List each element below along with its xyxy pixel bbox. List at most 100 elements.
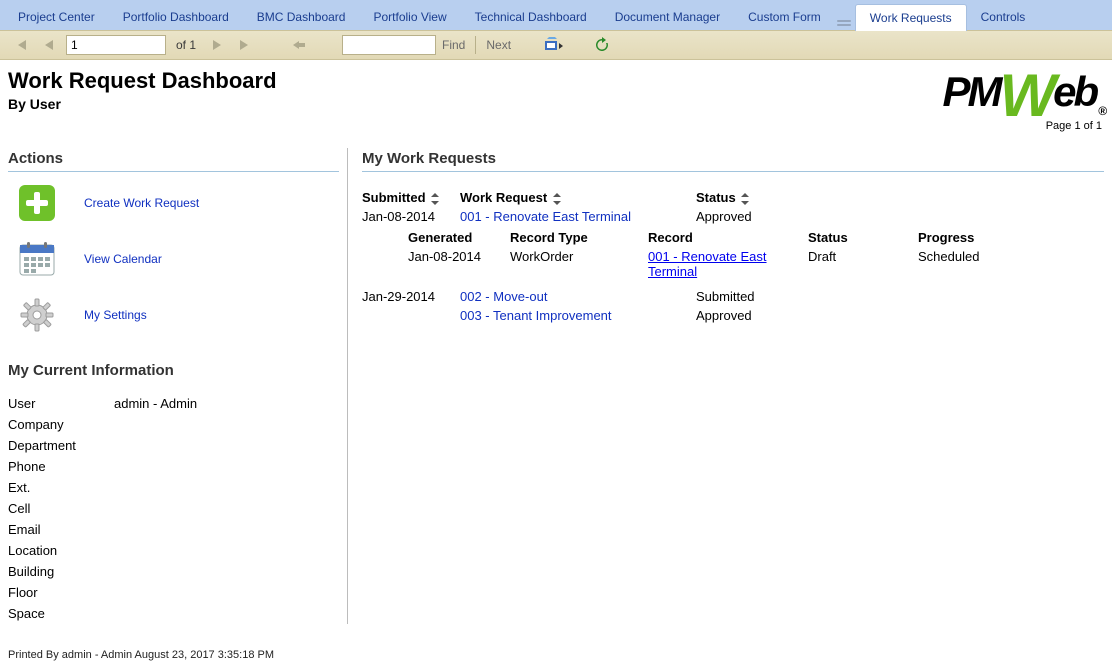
- cell-status: Approved: [696, 209, 936, 224]
- tab-work-requests[interactable]: Work Requests: [855, 4, 967, 31]
- col-status: Status: [808, 230, 918, 245]
- info-row: Floor: [8, 582, 339, 603]
- table-row: Jan-08-2014001 - Renovate East Terminal A…: [362, 207, 1104, 226]
- action-view-calendar[interactable]: View Calendar: [16, 238, 339, 280]
- info-label: Floor: [8, 585, 84, 600]
- page-number-input[interactable]: [66, 35, 166, 55]
- table-row: Jan-29-2014002 - Move-out Submitted: [362, 287, 1104, 306]
- info-row: Department: [8, 435, 339, 456]
- table-subrow: Jan-08-2014WorkOrder001 - Renovate East …: [362, 247, 1104, 287]
- first-page-button[interactable]: [10, 35, 32, 55]
- info-label: Location: [8, 543, 84, 558]
- tab-controls[interactable]: Controls: [967, 4, 1040, 30]
- report-toolbar: of 1 Find Next: [0, 30, 1112, 60]
- col-record: Record: [648, 230, 808, 245]
- requests-grid: Submitted Work Request Status Jan-08-201…: [362, 188, 1104, 325]
- action-create-work-request[interactable]: Create Work Request: [16, 182, 339, 224]
- search-input[interactable]: [342, 35, 436, 55]
- info-row: User admin - Admin: [8, 393, 339, 414]
- last-page-button[interactable]: [234, 35, 256, 55]
- info-row: Ext.: [8, 477, 339, 498]
- actions-header: Actions: [8, 148, 339, 172]
- info-label: Company: [8, 417, 84, 432]
- tab-portfolio-dashboard[interactable]: Portfolio Dashboard: [109, 4, 243, 30]
- tab-custom-form[interactable]: Custom Form: [734, 4, 835, 30]
- record-link[interactable]: 001 - Renovate East Terminal: [648, 249, 767, 279]
- tab-project-center[interactable]: Project Center: [4, 4, 109, 30]
- col-submitted[interactable]: Submitted: [362, 190, 460, 205]
- cell-submitted: Jan-08-2014: [362, 209, 460, 224]
- grid-header: Submitted Work Request Status: [362, 188, 1104, 207]
- info-label: Phone: [8, 459, 84, 474]
- info-row: Phone: [8, 456, 339, 477]
- cell-generated: Jan-08-2014: [408, 249, 510, 279]
- action-my-settings[interactable]: My Settings: [16, 294, 339, 336]
- col-record-type: Record Type: [510, 230, 648, 245]
- cell-status: Approved: [696, 308, 936, 323]
- tab-document-manager[interactable]: Document Manager: [601, 4, 734, 30]
- refresh-button[interactable]: [591, 35, 613, 55]
- info-row: Cell: [8, 498, 339, 519]
- page-subtitle: By User: [8, 96, 277, 112]
- brand-text-left: PM: [943, 68, 1000, 116]
- info-label: Space: [8, 606, 84, 621]
- action-link[interactable]: View Calendar: [84, 252, 162, 266]
- calendar-icon: [16, 238, 58, 280]
- export-button[interactable]: [543, 35, 565, 55]
- col-generated: Generated: [408, 230, 510, 245]
- brand-text-right: eb: [1053, 68, 1096, 116]
- info-label: Cell: [8, 501, 84, 516]
- sort-icon[interactable]: [431, 193, 439, 205]
- col-progress: Progress: [918, 230, 1038, 245]
- info-row: Space: [8, 603, 339, 624]
- info-value: admin - Admin: [114, 396, 197, 411]
- action-link[interactable]: Create Work Request: [84, 196, 199, 210]
- page-title: Work Request Dashboard: [8, 68, 277, 94]
- back-button[interactable]: [288, 35, 310, 55]
- info-row: Building: [8, 561, 339, 582]
- brand-logo: PM W eb ®: [943, 68, 1103, 116]
- cell-submitted: [362, 308, 460, 323]
- info-label: User: [8, 396, 84, 411]
- tab-technical-dashboard[interactable]: Technical Dashboard: [461, 4, 601, 30]
- prev-page-button[interactable]: [38, 35, 60, 55]
- cell-status: Submitted: [696, 289, 936, 304]
- page-total-label: of 1: [172, 38, 200, 52]
- tab-bmc-dashboard[interactable]: BMC Dashboard: [243, 4, 360, 30]
- info-row: Email: [8, 519, 339, 540]
- sort-icon[interactable]: [741, 193, 749, 205]
- page-header: Work Request Dashboard By User PM W eb ®…: [0, 60, 1112, 134]
- action-link[interactable]: My Settings: [84, 308, 147, 322]
- info-label: Building: [8, 564, 84, 579]
- info-header: My Current Information: [8, 362, 339, 379]
- footer-text: Printed By admin - Admin August 23, 2017…: [0, 644, 1112, 665]
- work-request-link[interactable]: 002 - Move-out: [460, 289, 547, 304]
- info-label: Department: [8, 438, 84, 453]
- tab-bar: Project CenterPortfolio DashboardBMC Das…: [0, 0, 1112, 30]
- gear-icon: [16, 294, 58, 336]
- info-label: Ext.: [8, 480, 84, 495]
- tab-grip-icon[interactable]: [837, 20, 851, 26]
- info-row: Company: [8, 414, 339, 435]
- work-request-link[interactable]: 003 - Tenant Improvement: [460, 308, 612, 323]
- cell-record-type: WorkOrder: [510, 249, 648, 279]
- cell-status: Draft: [808, 249, 918, 279]
- cell-progress: Scheduled: [918, 249, 1038, 279]
- next-page-button[interactable]: [206, 35, 228, 55]
- work-request-link[interactable]: 001 - Renovate East Terminal: [460, 209, 631, 224]
- info-row: Location: [8, 540, 339, 561]
- plus-icon: [16, 182, 58, 224]
- cell-submitted: Jan-29-2014: [362, 289, 460, 304]
- sub-header: GeneratedRecord TypeRecordStatusProgress: [362, 226, 1104, 247]
- separator: [475, 36, 476, 54]
- info-table: User admin - Admin Company Department Phone E…: [8, 393, 339, 624]
- find-next-button[interactable]: Next: [486, 38, 511, 52]
- find-button[interactable]: Find: [442, 38, 465, 52]
- tab-portfolio-view[interactable]: Portfolio View: [359, 4, 460, 30]
- sort-icon[interactable]: [553, 193, 561, 205]
- col-status[interactable]: Status: [696, 190, 936, 205]
- info-label: Email: [8, 522, 84, 537]
- brand-text-w: W: [1000, 76, 1054, 116]
- col-work-request[interactable]: Work Request: [460, 190, 696, 205]
- registered-mark: ®: [1098, 104, 1104, 118]
